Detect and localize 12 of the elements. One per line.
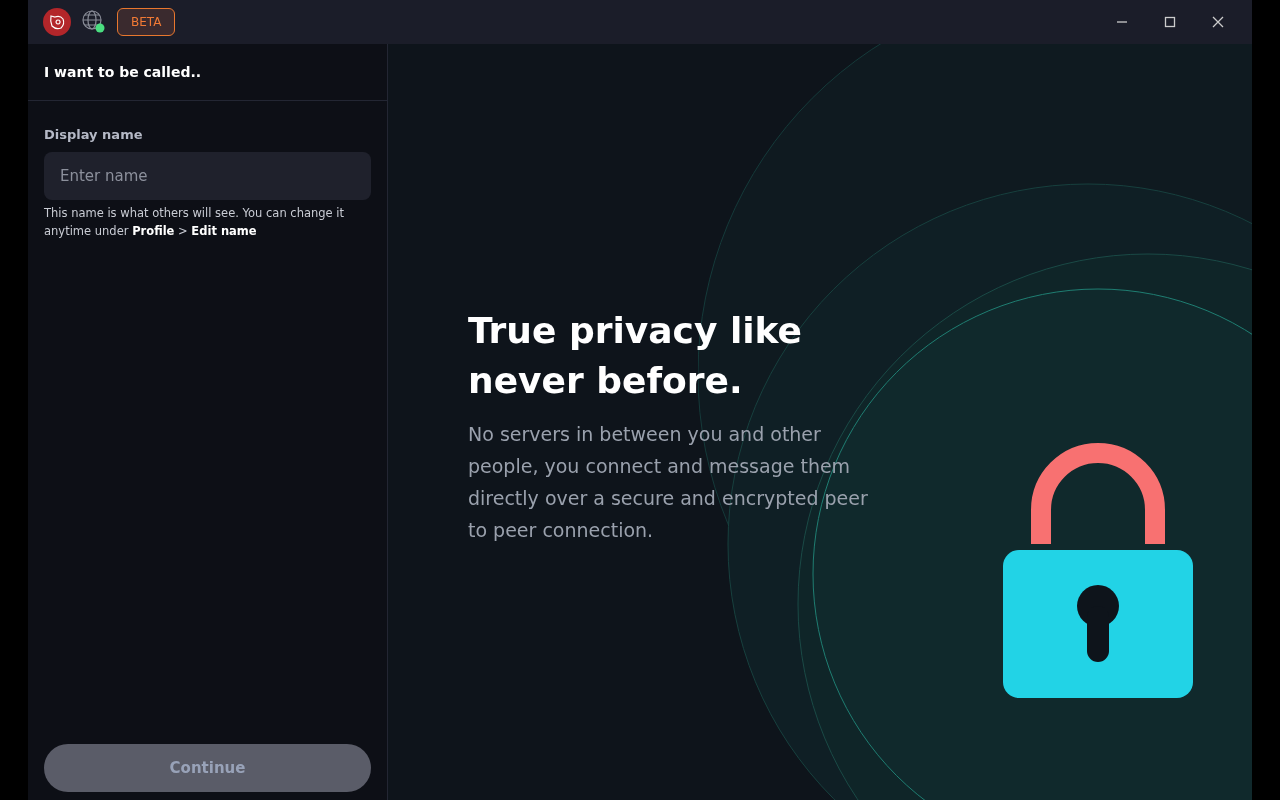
beta-badge: BETA	[117, 8, 176, 36]
globe-icon[interactable]	[81, 9, 107, 35]
app-logo-icon	[43, 8, 71, 36]
hero-text: No servers in between you and other people, you connect and message them directly over a secure and encrypted peer to peer connection.	[468, 422, 869, 543]
field-label: Display name	[44, 127, 144, 142]
hint-text: This name is what others will see. You can change it anytime under Profile > Edit name	[44, 205, 346, 240]
hero-heading: True privacy like never before.	[468, 309, 803, 403]
maximize-icon[interactable]	[1164, 16, 1176, 28]
name-input-field[interactable]: Enter name	[44, 152, 371, 200]
padlock-icon	[1003, 442, 1193, 700]
panel-title: I want to be called..	[28, 44, 387, 101]
close-icon[interactable]	[1212, 16, 1224, 28]
